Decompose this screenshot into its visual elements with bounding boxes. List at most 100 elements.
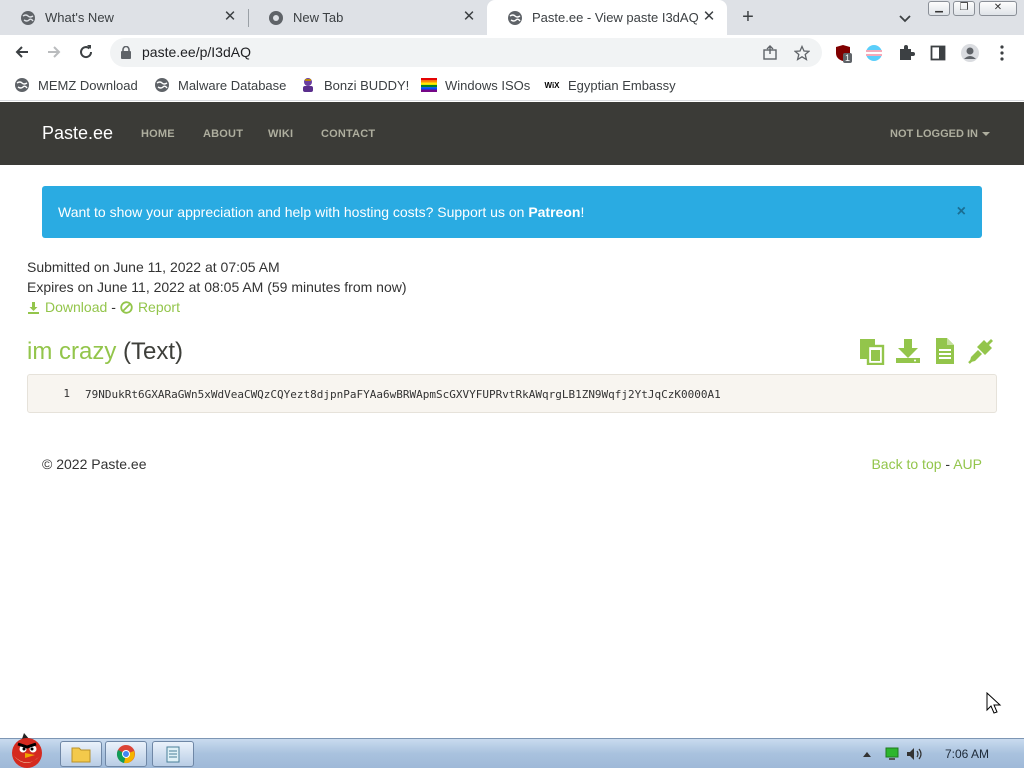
close-icon[interactable]: × — [957, 203, 966, 221]
nav-wiki[interactable]: WIKI — [268, 128, 293, 140]
folder-icon — [71, 747, 91, 763]
lock-icon — [121, 46, 131, 59]
download-link[interactable]: Download — [45, 299, 107, 315]
tab-title: New Tab — [293, 10, 344, 25]
wix-icon: WiX — [544, 80, 560, 90]
bookmark-windows-isos[interactable]: Windows ISOs — [421, 76, 530, 94]
back-to-top-link[interactable]: Back to top — [871, 456, 941, 472]
kebab-menu-icon[interactable] — [992, 43, 1012, 63]
paste-name: im crazy — [27, 338, 117, 365]
bookmark-star-icon[interactable] — [792, 43, 812, 63]
url-text: paste.ee/p/I3dAQ — [142, 44, 251, 60]
minimize-button[interactable]: ▁ — [928, 1, 950, 16]
taskbar-chrome-button[interactable] — [105, 741, 147, 767]
bookmark-label: Bonzi BUDDY! — [324, 77, 410, 93]
bookmark-malware-database[interactable]: Malware Database — [154, 76, 286, 94]
globe-icon — [14, 77, 30, 93]
ublock-extension-icon[interactable]: 1 — [833, 43, 853, 63]
footer-links: Back to top - AUP — [871, 456, 982, 472]
chrome-icon — [269, 10, 283, 25]
bookmark-label: Windows ISOs — [445, 77, 531, 93]
globe-icon — [508, 10, 522, 25]
rainbow-flag-icon — [421, 77, 437, 93]
tab-whats-new[interactable]: What's New ✕ — [0, 0, 249, 35]
paste-title: im crazy (Text) — [27, 338, 183, 366]
paste-type: (Text) — [123, 338, 184, 365]
chevron-down-icon[interactable] — [896, 9, 914, 27]
taskbar-notepad-button[interactable] — [152, 741, 194, 767]
bookmark-bonzi-buddy[interactable]: Bonzi BUDDY! — [300, 76, 409, 94]
separator: - — [111, 299, 116, 315]
reload-button[interactable] — [74, 40, 98, 64]
close-window-button[interactable]: ✕ — [979, 1, 1017, 16]
site-navbar: Paste.ee HOME ABOUT WIKI CONTACT NOT LOG… — [0, 102, 1024, 165]
globe-icon — [154, 77, 170, 93]
nav-home[interactable]: HOME — [141, 128, 175, 140]
tray-expand-icon[interactable] — [862, 750, 872, 758]
profile-avatar-icon[interactable] — [960, 43, 980, 63]
maximize-button[interactable]: ❐ — [953, 1, 975, 16]
angry-bird-start-icon[interactable] — [2, 731, 52, 769]
bookmark-label: MEMZ Download — [38, 77, 138, 93]
bookmark-label: Malware Database — [178, 77, 287, 93]
close-icon[interactable]: ✕ — [461, 9, 477, 25]
expires-date: Expires on June 11, 2022 at 08:05 AM (59… — [27, 279, 407, 295]
back-button[interactable] — [10, 40, 34, 64]
arrow-left-icon — [15, 46, 28, 58]
login-dropdown[interactable]: NOT LOGGED IN — [890, 128, 990, 140]
address-bar[interactable]: paste.ee/p/I3dAQ — [110, 38, 822, 67]
brand-logo[interactable]: Paste.ee — [42, 123, 113, 144]
network-icon[interactable] — [884, 747, 900, 761]
bookmark-memz-download[interactable]: MEMZ Download — [14, 76, 138, 94]
share-icon[interactable] — [760, 43, 780, 63]
footer-copyright: © 2022 Paste.ee — [42, 456, 147, 472]
aup-link[interactable]: AUP — [953, 456, 982, 472]
tab-title: Paste.ee - View paste I3dAQ — [532, 10, 699, 25]
line-number: 1 — [63, 387, 70, 400]
bookmarks-bar: MEMZ Download Malware Database Bonzi BUD… — [0, 70, 1024, 101]
globe-icon — [21, 10, 35, 25]
taskbar-clock[interactable]: 7:06 AM — [945, 747, 989, 761]
nav-contact[interactable]: CONTACT — [321, 128, 375, 140]
nav-about[interactable]: ABOUT — [203, 128, 243, 140]
close-icon[interactable]: ✕ — [701, 9, 717, 25]
ban-icon — [120, 300, 133, 314]
copy-icon[interactable] — [858, 337, 886, 365]
alert-suffix: ! — [580, 204, 585, 220]
submitted-date: Submitted on June 11, 2022 at 07:05 AM — [27, 259, 280, 275]
embed-plug-icon[interactable] — [967, 337, 995, 365]
volume-icon[interactable] — [906, 747, 924, 761]
report-link[interactable]: Report — [138, 299, 180, 315]
arrow-right-icon — [48, 46, 61, 58]
tab-title: What's New — [45, 10, 114, 25]
tab-paste-active[interactable]: Paste.ee - View paste I3dAQ ✕ — [487, 0, 727, 35]
bookmark-label: Egyptian Embassy — [568, 77, 676, 93]
tab-new-tab[interactable]: New Tab ✕ — [248, 0, 488, 35]
close-icon[interactable]: ✕ — [222, 9, 238, 25]
download-icon — [27, 301, 40, 314]
paste-code[interactable]: 79NDukRt6GXARaGWn5xWdVeaCWQzCQYezt8djpnP… — [85, 388, 721, 401]
caret-down-icon — [982, 132, 990, 137]
alert-message: Want to show your appreciation and help … — [58, 204, 584, 220]
side-panel-icon[interactable] — [928, 43, 948, 63]
bonzi-icon — [300, 77, 316, 93]
browser-toolbar: paste.ee/p/I3dAQ 1 — [0, 35, 1024, 70]
raw-document-icon[interactable] — [931, 337, 959, 365]
puzzle-icon[interactable] — [896, 43, 916, 63]
patreon-alert: Want to show your appreciation and help … — [42, 186, 982, 238]
mouse-cursor-icon — [986, 692, 1002, 714]
new-tab-button[interactable]: + — [737, 6, 759, 28]
separator: - — [945, 456, 951, 472]
login-label: NOT LOGGED IN — [890, 128, 978, 140]
browser-tab-strip: What's New ✕ New Tab ✕ Paste.ee - View p… — [0, 0, 1024, 35]
windows-taskbar: 7:06 AM — [0, 733, 1024, 768]
bookmark-egyptian-embassy[interactable]: WiX Egyptian Embassy — [544, 76, 676, 94]
download-raw-icon[interactable] — [894, 337, 922, 365]
notepad-icon — [166, 746, 180, 763]
trans-flag-extension-icon[interactable] — [864, 43, 884, 63]
taskbar-explorer-button[interactable] — [60, 741, 102, 767]
paste-actions: Download - Report — [27, 299, 180, 315]
forward-button[interactable] — [42, 40, 66, 64]
chrome-icon — [116, 745, 135, 764]
patreon-link[interactable]: Patreon — [528, 204, 580, 220]
